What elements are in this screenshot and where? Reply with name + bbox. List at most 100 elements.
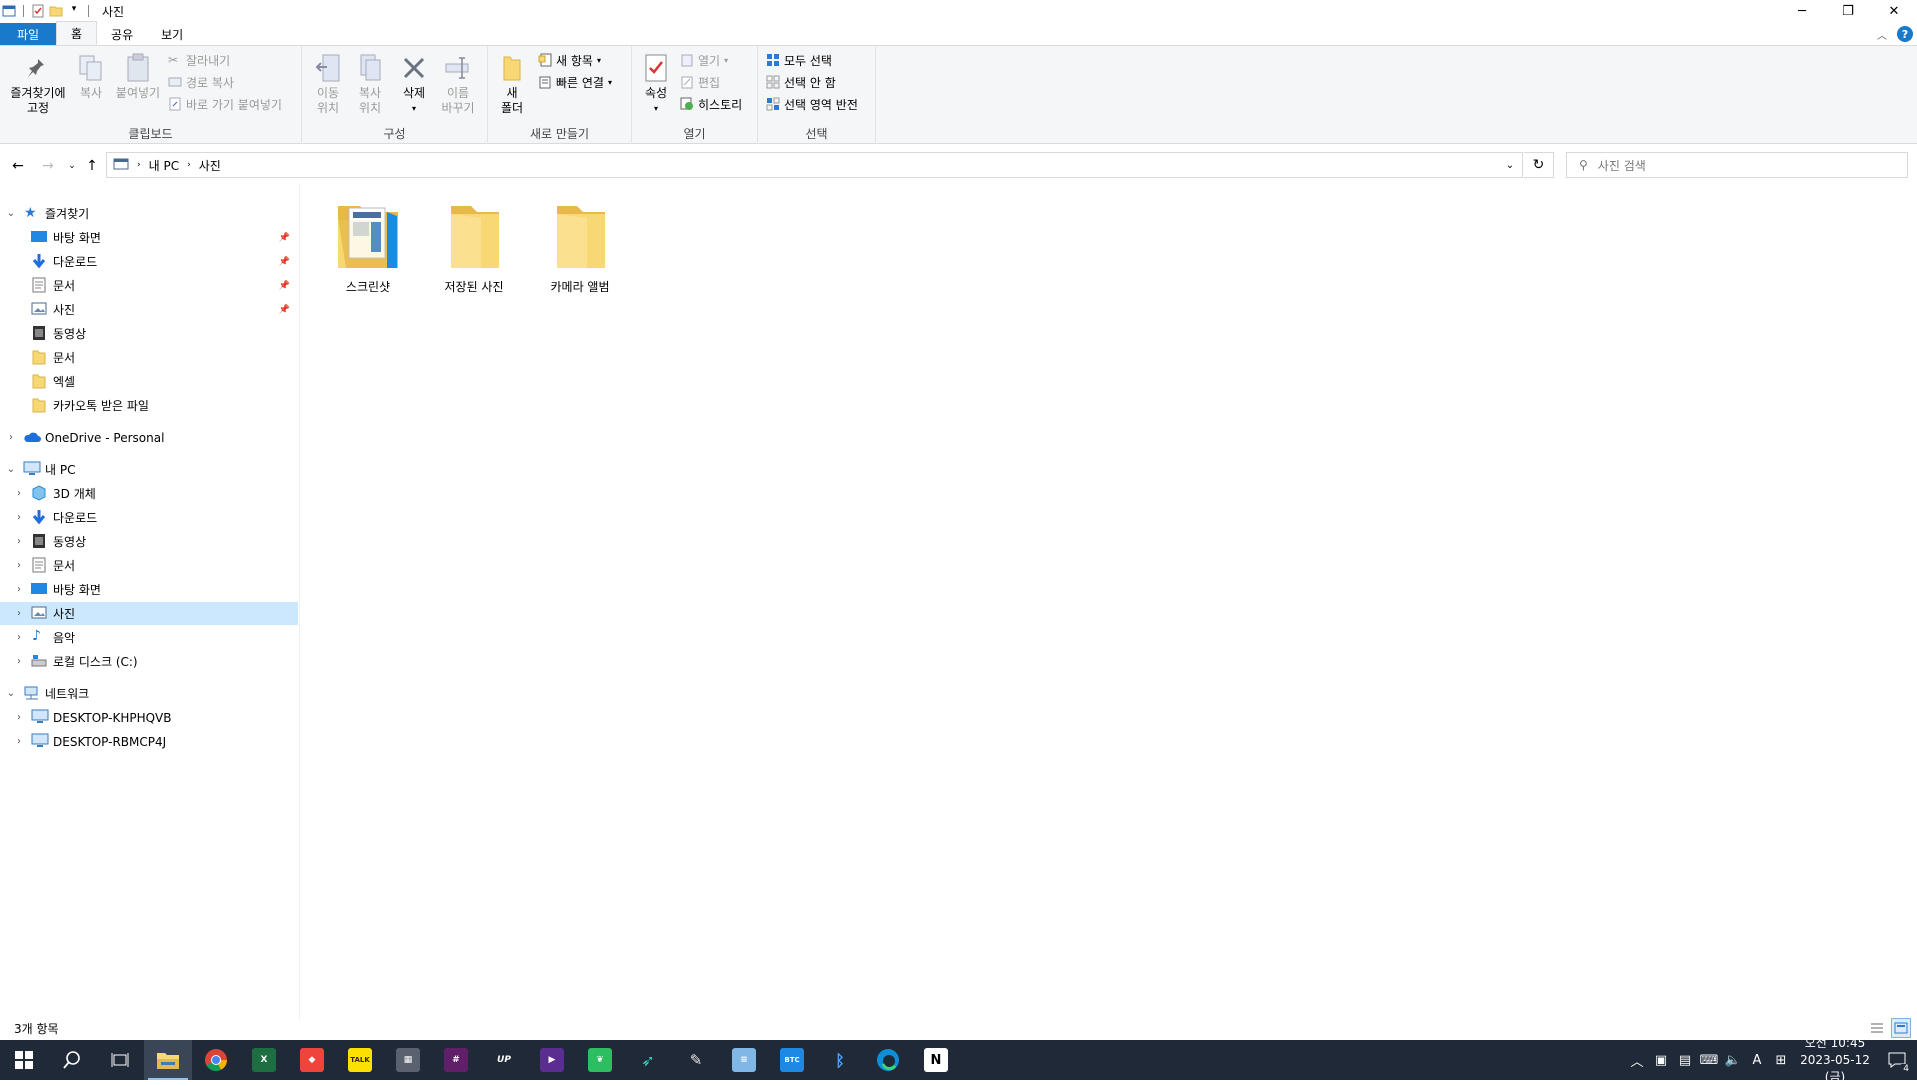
nav-local-disk[interactable]: › 로컬 디스크 (C:) xyxy=(0,650,298,673)
nav-network[interactable]: ⌄ 네트워크 xyxy=(0,682,298,705)
nav-network-pc-2[interactable]: › DESKTOP-RBMCP4J xyxy=(0,730,298,753)
new-folder-quick-icon[interactable] xyxy=(49,4,63,18)
chevron-right-icon[interactable]: › xyxy=(12,712,26,723)
history-button[interactable]: 히스토리 xyxy=(680,94,742,114)
taskbar-notepad[interactable]: ≡ xyxy=(720,1040,768,1080)
nav-network-pc-1[interactable]: › DESKTOP-KHPHQVB xyxy=(0,706,298,729)
nav-desktop[interactable]: 바탕 화면 📌 xyxy=(0,226,298,249)
taskbar-visual-studio[interactable]: ▶ xyxy=(528,1040,576,1080)
nav-this-pc[interactable]: ⌄ 내 PC xyxy=(0,458,298,481)
nav-videos-quick[interactable]: 동영상 xyxy=(0,322,298,345)
properties-quick-icon[interactable] xyxy=(31,4,45,18)
back-icon[interactable]: ← xyxy=(8,156,28,176)
easy-access-button[interactable]: 빠른 연결 ▾ xyxy=(538,72,612,92)
taskbar-edge[interactable] xyxy=(864,1040,912,1080)
chevron-right-icon[interactable]: › xyxy=(12,632,26,643)
clock[interactable]: 오전 10:45 2023-05-12 (금) xyxy=(1793,1035,1877,1086)
chevron-right-icon[interactable]: › xyxy=(12,488,26,499)
open-button[interactable]: 열기 ▾ xyxy=(680,50,728,70)
taskbar-excel[interactable]: X xyxy=(240,1040,288,1080)
folder-item-screenshots[interactable]: 스크린샷 xyxy=(322,198,414,298)
paste-shortcut-button[interactable]: 바로 가기 붙여넣기 xyxy=(168,94,282,114)
minimize-button[interactable]: ─ xyxy=(1779,0,1825,22)
copy-button[interactable]: 복사 xyxy=(72,52,110,101)
nav-folder-documents[interactable]: 문서 xyxy=(0,346,298,369)
rename-button[interactable]: 이름 바꾸기 xyxy=(436,52,480,116)
pin-icon[interactable]: 📌 xyxy=(279,305,290,315)
chevron-right-icon[interactable]: › xyxy=(12,656,26,667)
taskbar-evernote[interactable]: ❦ xyxy=(576,1040,624,1080)
ime-indicator[interactable]: A xyxy=(1745,1040,1769,1080)
pin-icon[interactable]: 📌 xyxy=(279,257,290,267)
taskbar-anydesk[interactable]: ◆ xyxy=(288,1040,336,1080)
monitor-icon[interactable]: ▤ xyxy=(1673,1040,1697,1080)
edit-button[interactable]: 편집 xyxy=(680,72,720,92)
chevron-up-icon[interactable]: ︿ xyxy=(1625,1040,1649,1080)
nav-pc-pictures[interactable]: › 사진 xyxy=(0,602,298,625)
select-all-button[interactable]: 모두 선택 xyxy=(766,50,832,70)
tab-home[interactable]: 홈 xyxy=(56,21,98,45)
taskbar-calculator[interactable]: ▦ xyxy=(384,1040,432,1080)
taskbar-paint[interactable]: ✎ xyxy=(672,1040,720,1080)
nav-pc-downloads[interactable]: › 다운로드 xyxy=(0,506,298,529)
chevron-right-icon[interactable]: › xyxy=(12,512,26,523)
nav-pictures-quick[interactable]: 사진 📌 xyxy=(0,298,298,321)
taskbar-notion[interactable]: N xyxy=(912,1040,960,1080)
search-box[interactable]: ⚲ 사진 검색 xyxy=(1566,152,1908,178)
nav-downloads[interactable]: 다운로드 📌 xyxy=(0,250,298,273)
tab-view[interactable]: 보기 xyxy=(147,23,197,45)
explorer-window-icon[interactable] xyxy=(2,4,16,18)
breadcrumb-pictures[interactable]: 사진 xyxy=(199,157,221,174)
taskbar-chrome[interactable] xyxy=(192,1040,240,1080)
close-button[interactable]: ✕ xyxy=(1871,0,1917,22)
nav-onedrive[interactable]: › OneDrive - Personal xyxy=(0,426,298,449)
taskbar-file-explorer[interactable] xyxy=(144,1040,192,1080)
taskbar-kakaotalk[interactable]: TALK xyxy=(336,1040,384,1080)
taskbar-bluetooth-app[interactable]: ᛒ xyxy=(816,1040,864,1080)
chevron-right-icon[interactable]: › xyxy=(4,432,18,443)
new-item-button[interactable]: 새 항목 ▾ xyxy=(538,50,601,70)
paste-button[interactable]: 붙여넣기 xyxy=(112,52,164,101)
chevron-down-icon[interactable]: ⌄ xyxy=(4,688,18,699)
delete-button[interactable]: 삭제 ▾ xyxy=(394,52,434,116)
breadcrumb-separator-icon[interactable]: › xyxy=(137,160,141,170)
folder-item-saved-pictures[interactable]: 저장된 사진 xyxy=(428,198,520,298)
cut-button[interactable]: ✂ 잘라내기 xyxy=(168,50,230,70)
nav-documents[interactable]: 문서 📌 xyxy=(0,274,298,297)
start-button[interactable] xyxy=(0,1040,48,1080)
recent-locations-icon[interactable]: ⌄ xyxy=(62,156,82,176)
notification-center-icon[interactable]: 4 xyxy=(1877,1040,1917,1080)
nav-folder-kakao[interactable]: 카카오톡 받은 파일 xyxy=(0,394,298,417)
folder-item-camera-roll[interactable]: 카메라 앨범 xyxy=(534,198,626,298)
taskbar-bird-app[interactable]: ➶ xyxy=(624,1040,672,1080)
nav-pc-documents[interactable]: › 문서 xyxy=(0,554,298,577)
invert-selection-button[interactable]: 선택 영역 반전 xyxy=(766,94,858,114)
pin-icon[interactable]: 📌 xyxy=(279,233,290,243)
address-dropdown-icon[interactable]: ⌄ xyxy=(1498,153,1522,177)
copy-path-button[interactable]: 경로 복사 xyxy=(168,72,234,92)
tab-file[interactable]: 파일 xyxy=(0,23,56,45)
refresh-icon[interactable]: ↻ xyxy=(1524,152,1554,178)
nav-quick-access[interactable]: ⌄ ★ 즐겨찾기 xyxy=(0,202,298,225)
nav-3d-objects[interactable]: › 3D 개체 xyxy=(0,482,298,505)
chevron-right-icon[interactable]: › xyxy=(12,560,26,571)
chevron-down-icon[interactable]: ⌄ xyxy=(4,208,18,219)
address-bar[interactable]: › 내 PC › 사진 ⌄ xyxy=(106,152,1523,178)
help-icon[interactable]: ? xyxy=(1897,26,1913,42)
properties-button[interactable]: 속성 ▾ xyxy=(638,52,674,116)
tab-share[interactable]: 공유 xyxy=(97,23,147,45)
taskbar-btc[interactable]: BTC xyxy=(768,1040,816,1080)
forward-icon[interactable]: → xyxy=(38,156,58,176)
nav-pc-desktop[interactable]: › 바탕 화면 xyxy=(0,578,298,601)
volume-icon[interactable]: 🔈 xyxy=(1721,1040,1745,1080)
new-folder-button[interactable]: 새 폴더 xyxy=(494,52,530,116)
chevron-right-icon[interactable]: › xyxy=(12,584,26,595)
nav-pc-music[interactable]: › ♪ 음악 xyxy=(0,626,298,649)
chevron-right-icon[interactable]: › xyxy=(12,536,26,547)
task-view-button[interactable] xyxy=(96,1040,144,1080)
chevron-down-icon[interactable]: ⌄ xyxy=(4,464,18,475)
large-icons-view-icon[interactable] xyxy=(1891,1018,1911,1038)
camera-icon[interactable]: ▣ xyxy=(1649,1040,1673,1080)
breadcrumb-this-pc[interactable]: 내 PC xyxy=(149,157,179,174)
keyboard-icon[interactable]: ⊞ xyxy=(1769,1040,1793,1080)
